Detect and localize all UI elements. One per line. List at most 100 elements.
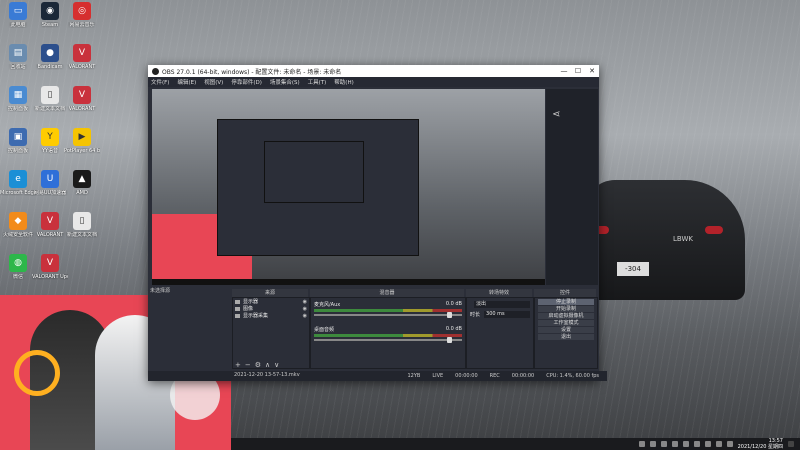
rec-timer: 00:00:00 xyxy=(511,373,535,379)
app-icon: ▤ xyxy=(9,44,27,62)
tray-icon[interactable] xyxy=(704,441,711,447)
menu-file[interactable]: 文件(F) xyxy=(151,78,169,86)
desktop-icon[interactable]: ▲ AMD xyxy=(64,170,100,196)
menu-docks[interactable]: 停靠部件(D) xyxy=(231,78,262,86)
desktop-icon-label: Microsoft Edge xyxy=(0,190,36,196)
background-car: -304 LBWK xyxy=(585,180,745,300)
desktop-icon[interactable]: e Microsoft Edge xyxy=(0,170,36,196)
clock[interactable]: 13:57 2021/12/20 星期四 xyxy=(738,438,783,450)
volume-slider[interactable] xyxy=(314,337,462,343)
flame-emblem xyxy=(14,350,60,396)
eye-icon[interactable]: ◉ xyxy=(303,313,307,319)
desktop-icon[interactable]: ▯ 新建文本文档 xyxy=(64,212,100,238)
monitor-icon xyxy=(235,313,240,318)
app-icon: ◉ xyxy=(41,2,59,20)
channel-db: 0.0 dB xyxy=(445,301,462,307)
sources-header: 来源 xyxy=(232,289,308,297)
menu-help[interactable]: 帮助(H) xyxy=(334,78,353,86)
desktop-icon[interactable]: V VALORANT xyxy=(64,44,100,70)
notification-icon[interactable] xyxy=(788,441,794,447)
app-icon: Y xyxy=(41,128,59,146)
scene-controls[interactable]: +−⚙︎∧∨ xyxy=(235,361,283,369)
close-button[interactable]: ✕ xyxy=(585,67,599,75)
desktop-icon[interactable]: U 网易UU加速器 xyxy=(32,170,68,196)
menu-tools[interactable]: 工具(T) xyxy=(308,78,327,86)
app-icon: ◎ xyxy=(73,2,91,20)
transitions-panel: 淡出 时长 300 ms xyxy=(466,297,534,369)
volume-icon[interactable] xyxy=(715,441,722,447)
app-icon: ◍ xyxy=(9,254,27,272)
duration-input[interactable]: 300 ms xyxy=(484,310,530,318)
desktop-icon-label: VALORANT xyxy=(36,232,64,238)
app-icon: ▦ xyxy=(9,86,27,104)
source-name: 显示器采集 xyxy=(243,313,269,319)
desktop-icon[interactable]: V VALORANT Updater xyxy=(32,254,68,280)
transition-type-select[interactable]: 淡出 xyxy=(474,300,530,308)
transition-duration-row: 时长 300 ms xyxy=(470,310,530,318)
desktop-icon[interactable]: ▤ 回收站 xyxy=(0,44,36,70)
desktop-icon[interactable]: ● Bandicam xyxy=(32,44,68,70)
desktop-icon[interactable]: V VALORANT xyxy=(64,86,100,112)
mixer-channel: 桌面音频 0.0 dB xyxy=(314,326,462,343)
source-row[interactable]: 图像 ◉ xyxy=(233,305,309,312)
tray-icon[interactable] xyxy=(671,441,678,447)
duration-label: 时长 xyxy=(470,311,481,318)
desktop-icon[interactable]: V VALORANT xyxy=(32,212,68,238)
network-icon[interactable] xyxy=(726,441,733,447)
desktop-icon[interactable]: ▣ 控制面板 xyxy=(0,128,36,154)
background-window-edge: ⋖ xyxy=(546,89,598,285)
tray-icon[interactable] xyxy=(682,441,689,447)
desktop-icon-label: 新建文本文档 xyxy=(34,106,65,112)
share-icon[interactable]: ⋖ xyxy=(552,109,560,120)
source-name: 显示器 xyxy=(243,299,259,305)
desktop-icon[interactable]: ▶ PotPlayer 64 bit xyxy=(64,128,100,154)
desktop-icon-label: 新建文本文档 xyxy=(66,232,97,238)
transition-type-row[interactable]: 淡出 xyxy=(470,300,530,308)
tray-icon[interactable] xyxy=(693,441,700,447)
menu-edit[interactable]: 编辑(E) xyxy=(177,78,196,86)
exit-button[interactable]: 退出 xyxy=(538,334,594,340)
preview-canvas[interactable] xyxy=(152,89,545,285)
menu-view[interactable]: 视图(V) xyxy=(204,78,223,86)
desktop-icon[interactable]: ◉ Steam xyxy=(32,2,68,28)
obs-titlebar: OBS 27.0.1 (64-bit, windows) - 配置文件: 未命名… xyxy=(148,65,599,77)
desktop-icon[interactable]: ▯ 新建文本文档 xyxy=(32,86,68,112)
obs-logo-icon xyxy=(152,67,159,75)
desktop-icon-label: 回收站 xyxy=(10,64,26,70)
tray-icon[interactable] xyxy=(638,441,645,447)
license-plate: -304 xyxy=(617,262,649,276)
desktop-icon[interactable]: ◆ 火绒安全软件 xyxy=(0,212,36,238)
start-recording-button[interactable]: 开始录制 xyxy=(538,306,594,312)
source-row[interactable]: 显示器采集 ◉ xyxy=(233,312,309,319)
car-brand: LBWK xyxy=(673,235,693,243)
tail-light xyxy=(705,226,723,234)
preview-status: 未选择源 xyxy=(150,288,171,294)
virtual-camera-button[interactable]: 启动虚拟摄像机 xyxy=(538,313,594,319)
eye-icon[interactable]: ◉ xyxy=(303,299,307,305)
tray-icon[interactable] xyxy=(649,441,656,447)
settings-button[interactable]: 设置 xyxy=(538,327,594,333)
desktop-icon-label: VALORANT xyxy=(68,64,96,70)
app-icon: ▣ xyxy=(9,128,27,146)
status-bar: 12YB LIVE 00:00:00 REC 00:00:00 CPU: 1.4… xyxy=(148,371,607,381)
studio-mode-button[interactable]: 工作室模式 xyxy=(538,320,594,326)
desktop-icon[interactable]: ▭ 此电脑 xyxy=(0,2,36,28)
desktop-icon[interactable]: ▦ 控制面板 xyxy=(0,86,36,112)
stop-recording-button[interactable]: 停止录制 xyxy=(538,299,594,305)
desktop-icon[interactable]: Y YY语音 xyxy=(32,128,68,154)
volume-slider[interactable] xyxy=(314,312,462,318)
clock-date: 2021/12/20 星期四 xyxy=(737,444,783,450)
desktop-icon-label: Steam xyxy=(41,22,59,28)
desktop-icon[interactable]: ◍ 微信 xyxy=(0,254,36,280)
channel-name: 麦克风/Aux xyxy=(314,302,341,308)
source-row[interactable]: 显示器 ◉ xyxy=(233,298,309,305)
maximize-button[interactable]: ☐ xyxy=(571,67,585,75)
tray-icon[interactable] xyxy=(660,441,667,447)
eye-icon[interactable]: ◉ xyxy=(303,306,307,312)
minimize-button[interactable]: — xyxy=(557,67,571,75)
desktop-icon-label: YY语音 xyxy=(41,148,59,154)
cpu-fps: CPU: 1.4%, 60.00 fps xyxy=(546,373,599,379)
channel-db: 0.0 dB xyxy=(445,326,462,332)
menu-scene-collection[interactable]: 场景集合(S) xyxy=(270,78,300,86)
desktop-icon[interactable]: ◎ 网易云音乐 xyxy=(64,2,100,28)
